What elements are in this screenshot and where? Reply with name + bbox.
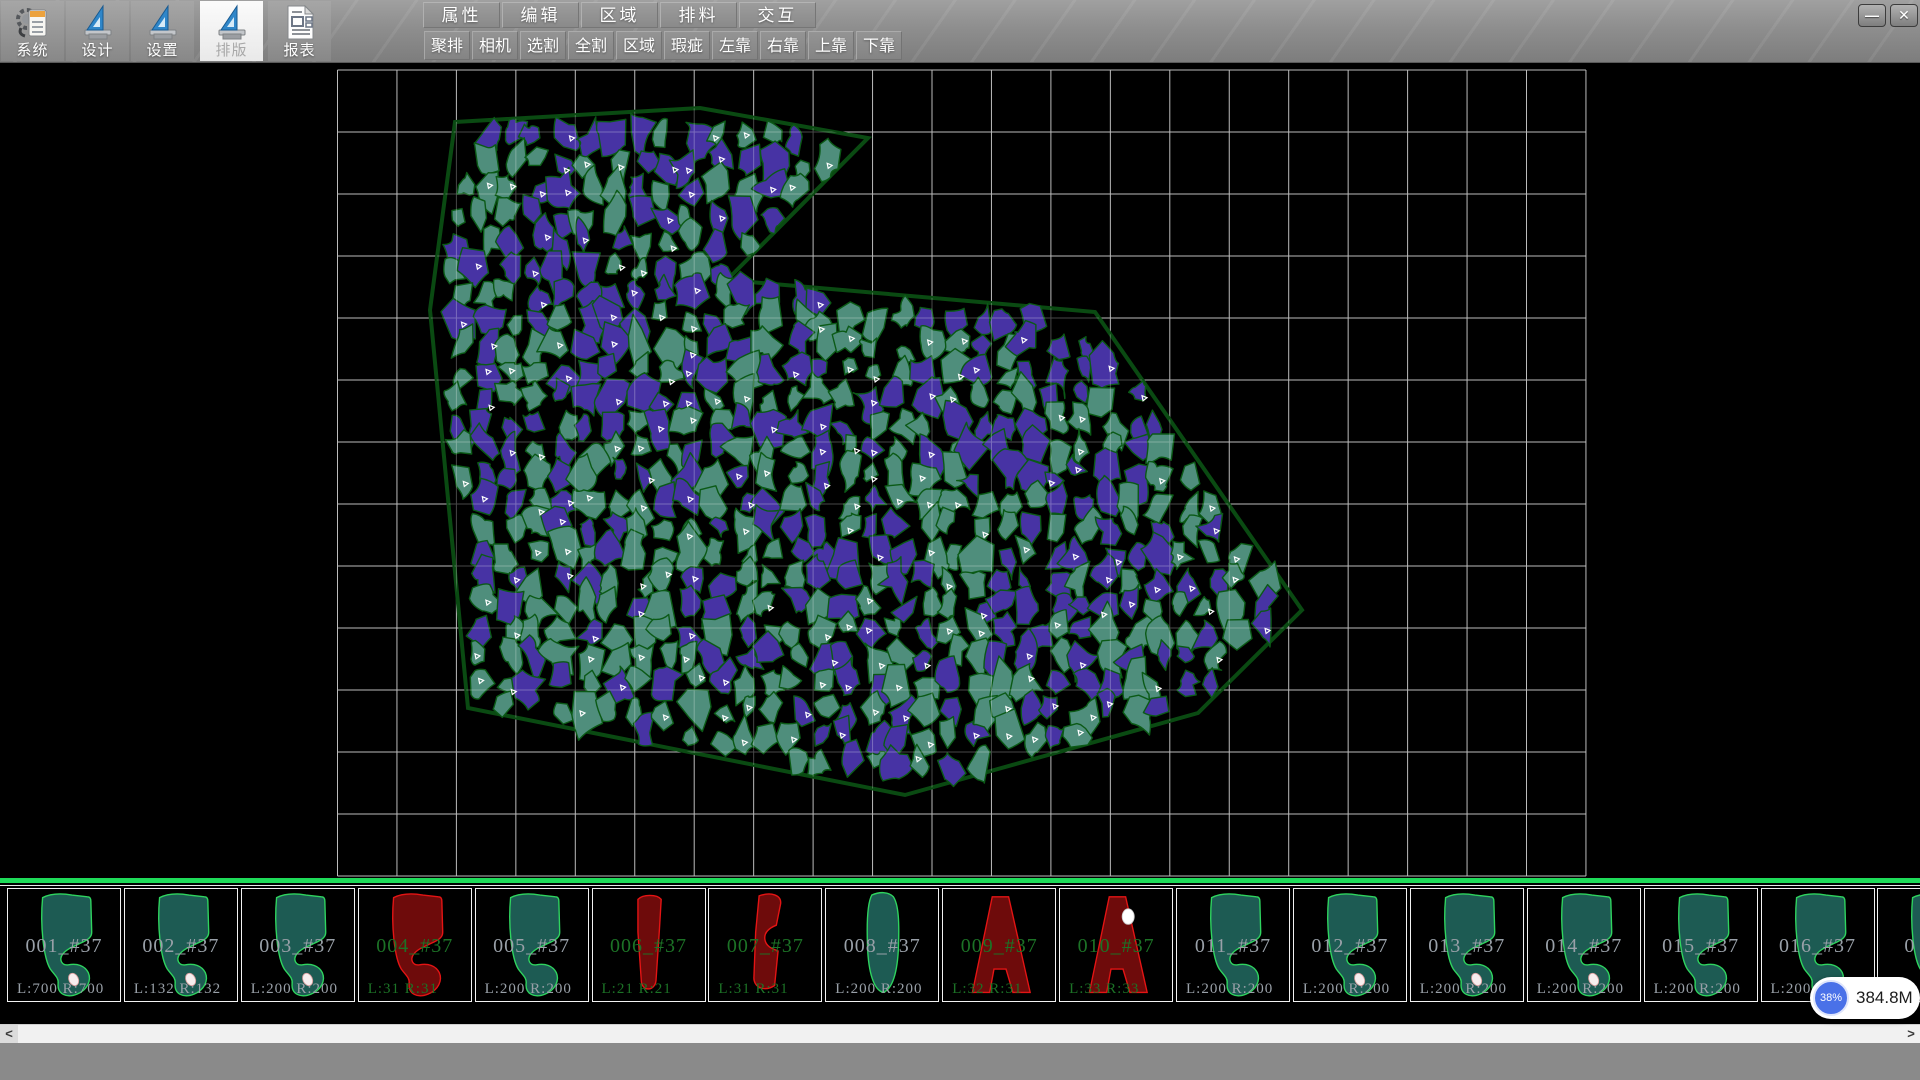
part-label: 006_#37 [593, 935, 705, 958]
part-thumbnail-7[interactable]: 007_#37 L:31 R:31 [708, 888, 822, 1002]
part-dimensions: L:33 R:33 [1060, 981, 1172, 998]
part-dimensions: L:31 R:31 [359, 981, 471, 998]
part-thumbnail-15[interactable]: 015_#37 L:200 R:200 [1644, 888, 1758, 1002]
part-dimensions: L:200 R:200 [1294, 981, 1406, 998]
part-label: 015_#37 [1645, 935, 1757, 958]
tool-button-7[interactable]: 左靠 [712, 31, 758, 60]
part-thumbnail-1[interactable]: 001_#37 L:700 R:700 [7, 888, 121, 1002]
part-dimensions: L:21 R:21 [593, 981, 705, 998]
nav-tab-5[interactable]: 报表 [268, 1, 331, 61]
menu-item-2[interactable]: 编辑 [502, 2, 579, 28]
tool-button-6[interactable]: 瑕疵 [664, 31, 710, 60]
part-thumbnail-2[interactable]: 002_#37 L:132 R:132 [124, 888, 238, 1002]
nav-tab-label: 系统 [1, 42, 64, 59]
part-label: 005_#37 [476, 935, 588, 958]
part-dimensions: L:200 R:200 [242, 981, 354, 998]
part-label: 004_#37 [359, 935, 471, 958]
tool-button-4[interactable]: 全割 [568, 31, 614, 60]
progress-circle: 38% [1813, 980, 1849, 1016]
part-label: 007_#37 [709, 935, 821, 958]
part-dimensions: L:32 R:31 [943, 981, 1055, 998]
part-label: 011_#37 [1177, 935, 1289, 958]
scroll-right-arrow[interactable]: > [1902, 1025, 1920, 1043]
part-dimensions: L:200 R:200 [826, 981, 938, 998]
part-dimensions: L:200 R:200 [1411, 981, 1523, 998]
window-footer [0, 1043, 1920, 1080]
part-label: 014_#37 [1528, 935, 1640, 958]
part-thumbnail-5[interactable]: 005_#37 L:200 R:200 [475, 888, 589, 1002]
part-dimensions: L:31 R:31 [709, 981, 821, 998]
minimize-button[interactable]: — [1858, 4, 1886, 27]
part-label: 0 [1878, 935, 1920, 958]
part-thumbnail-10[interactable]: 010_#37 L:33 R:33 [1059, 888, 1173, 1002]
part-label: 016_#37 [1762, 935, 1874, 958]
part-label: 013_#37 [1411, 935, 1523, 958]
part-label: 008_#37 [826, 935, 938, 958]
part-label: 001_#37 [8, 935, 120, 958]
part-thumbnail-13[interactable]: 013_#37 L:200 R:200 [1410, 888, 1524, 1002]
tool-button-1[interactable]: 聚排 [424, 31, 470, 60]
settings-icon [145, 4, 181, 42]
part-thumbnail-12[interactable]: 012_#37 L:200 R:200 [1293, 888, 1407, 1002]
part-thumbnail-6[interactable]: 006_#37 L:21 R:21 [592, 888, 706, 1002]
memory-value: 384.8M [1856, 988, 1913, 1008]
nav-tab-label: 报表 [268, 42, 331, 59]
strip-top-green-line [0, 878, 1920, 883]
part-thumbnail-3[interactable]: 003_#37 L:200 R:200 [241, 888, 355, 1002]
part-dimensions: L:200 R:200 [1177, 981, 1289, 998]
part-dimensions: L:200 R:200 [1645, 981, 1757, 998]
part-label: 012_#37 [1294, 935, 1406, 958]
design-icon [80, 4, 116, 42]
tool-button-9[interactable]: 上靠 [808, 31, 854, 60]
nav-tab-label: 设置 [131, 42, 194, 59]
progress-percent: 38% [1820, 992, 1842, 1004]
part-thumbnail-8[interactable]: 008_#37 L:200 R:200 [825, 888, 939, 1002]
tool-button-8[interactable]: 右靠 [760, 31, 806, 60]
nav-tab-4[interactable]: 排版 [200, 1, 263, 61]
part-dimensions: L:200 R:200 [1528, 981, 1640, 998]
layout-icon [214, 4, 250, 42]
nav-tab-label: 设计 [66, 42, 129, 59]
tool-button-5[interactable]: 区域 [616, 31, 662, 60]
part-thumbnail-14[interactable]: 014_#37 L:200 R:200 [1527, 888, 1641, 1002]
part-label: 010_#37 [1060, 935, 1172, 958]
part-thumbnail-4[interactable]: 004_#37 L:31 R:31 [358, 888, 472, 1002]
parts-strip: 001_#37L:700 R:700002_#37L:132 R:132003_… [0, 876, 1920, 1006]
menu-item-4[interactable]: 排料 [660, 2, 737, 28]
part-dimensions: L:200 R:200 [476, 981, 588, 998]
menu-item-1[interactable]: 属性 [423, 2, 500, 28]
nav-tab-1[interactable]: 系统 [1, 1, 64, 61]
menu-item-5[interactable]: 交互 [739, 2, 816, 28]
part-label: 009_#37 [943, 935, 1055, 958]
memory-status-pill: 38% 384.8M [1810, 977, 1920, 1019]
tool-button-10[interactable]: 下靠 [856, 31, 902, 60]
horizontal-scrollbar[interactable]: < > [0, 1024, 1920, 1043]
nav-tab-label: 排版 [200, 42, 263, 59]
part-dimensions: L:132 R:132 [125, 981, 237, 998]
system-icon [15, 4, 51, 42]
menu-item-3[interactable]: 区域 [581, 2, 658, 28]
tool-button-2[interactable]: 相机 [472, 31, 518, 60]
part-thumbnail-11[interactable]: 011_#37 L:200 R:200 [1176, 888, 1290, 1002]
part-thumbnail-9[interactable]: 009_#37 L:32 R:31 [942, 888, 1056, 1002]
app-window: 系统设计设置排版报表 属性编辑区域排料交互 聚排相机选割全割区域瑕疵左靠右靠上靠… [0, 0, 1920, 1080]
part-label: 002_#37 [125, 935, 237, 958]
nav-tab-3[interactable]: 设置 [131, 1, 194, 61]
close-button[interactable]: ✕ [1890, 4, 1918, 27]
tool-button-3[interactable]: 选割 [520, 31, 566, 60]
nav-tab-2[interactable]: 设计 [66, 1, 129, 61]
part-dimensions: L:700 R:700 [8, 981, 120, 998]
scroll-left-arrow[interactable]: < [0, 1025, 18, 1043]
strip-top-white-line [0, 885, 1920, 886]
report-icon [282, 4, 318, 42]
top-toolbar: 系统设计设置排版报表 属性编辑区域排料交互 聚排相机选割全割区域瑕疵左靠右靠上靠… [0, 0, 1920, 63]
part-label: 003_#37 [242, 935, 354, 958]
